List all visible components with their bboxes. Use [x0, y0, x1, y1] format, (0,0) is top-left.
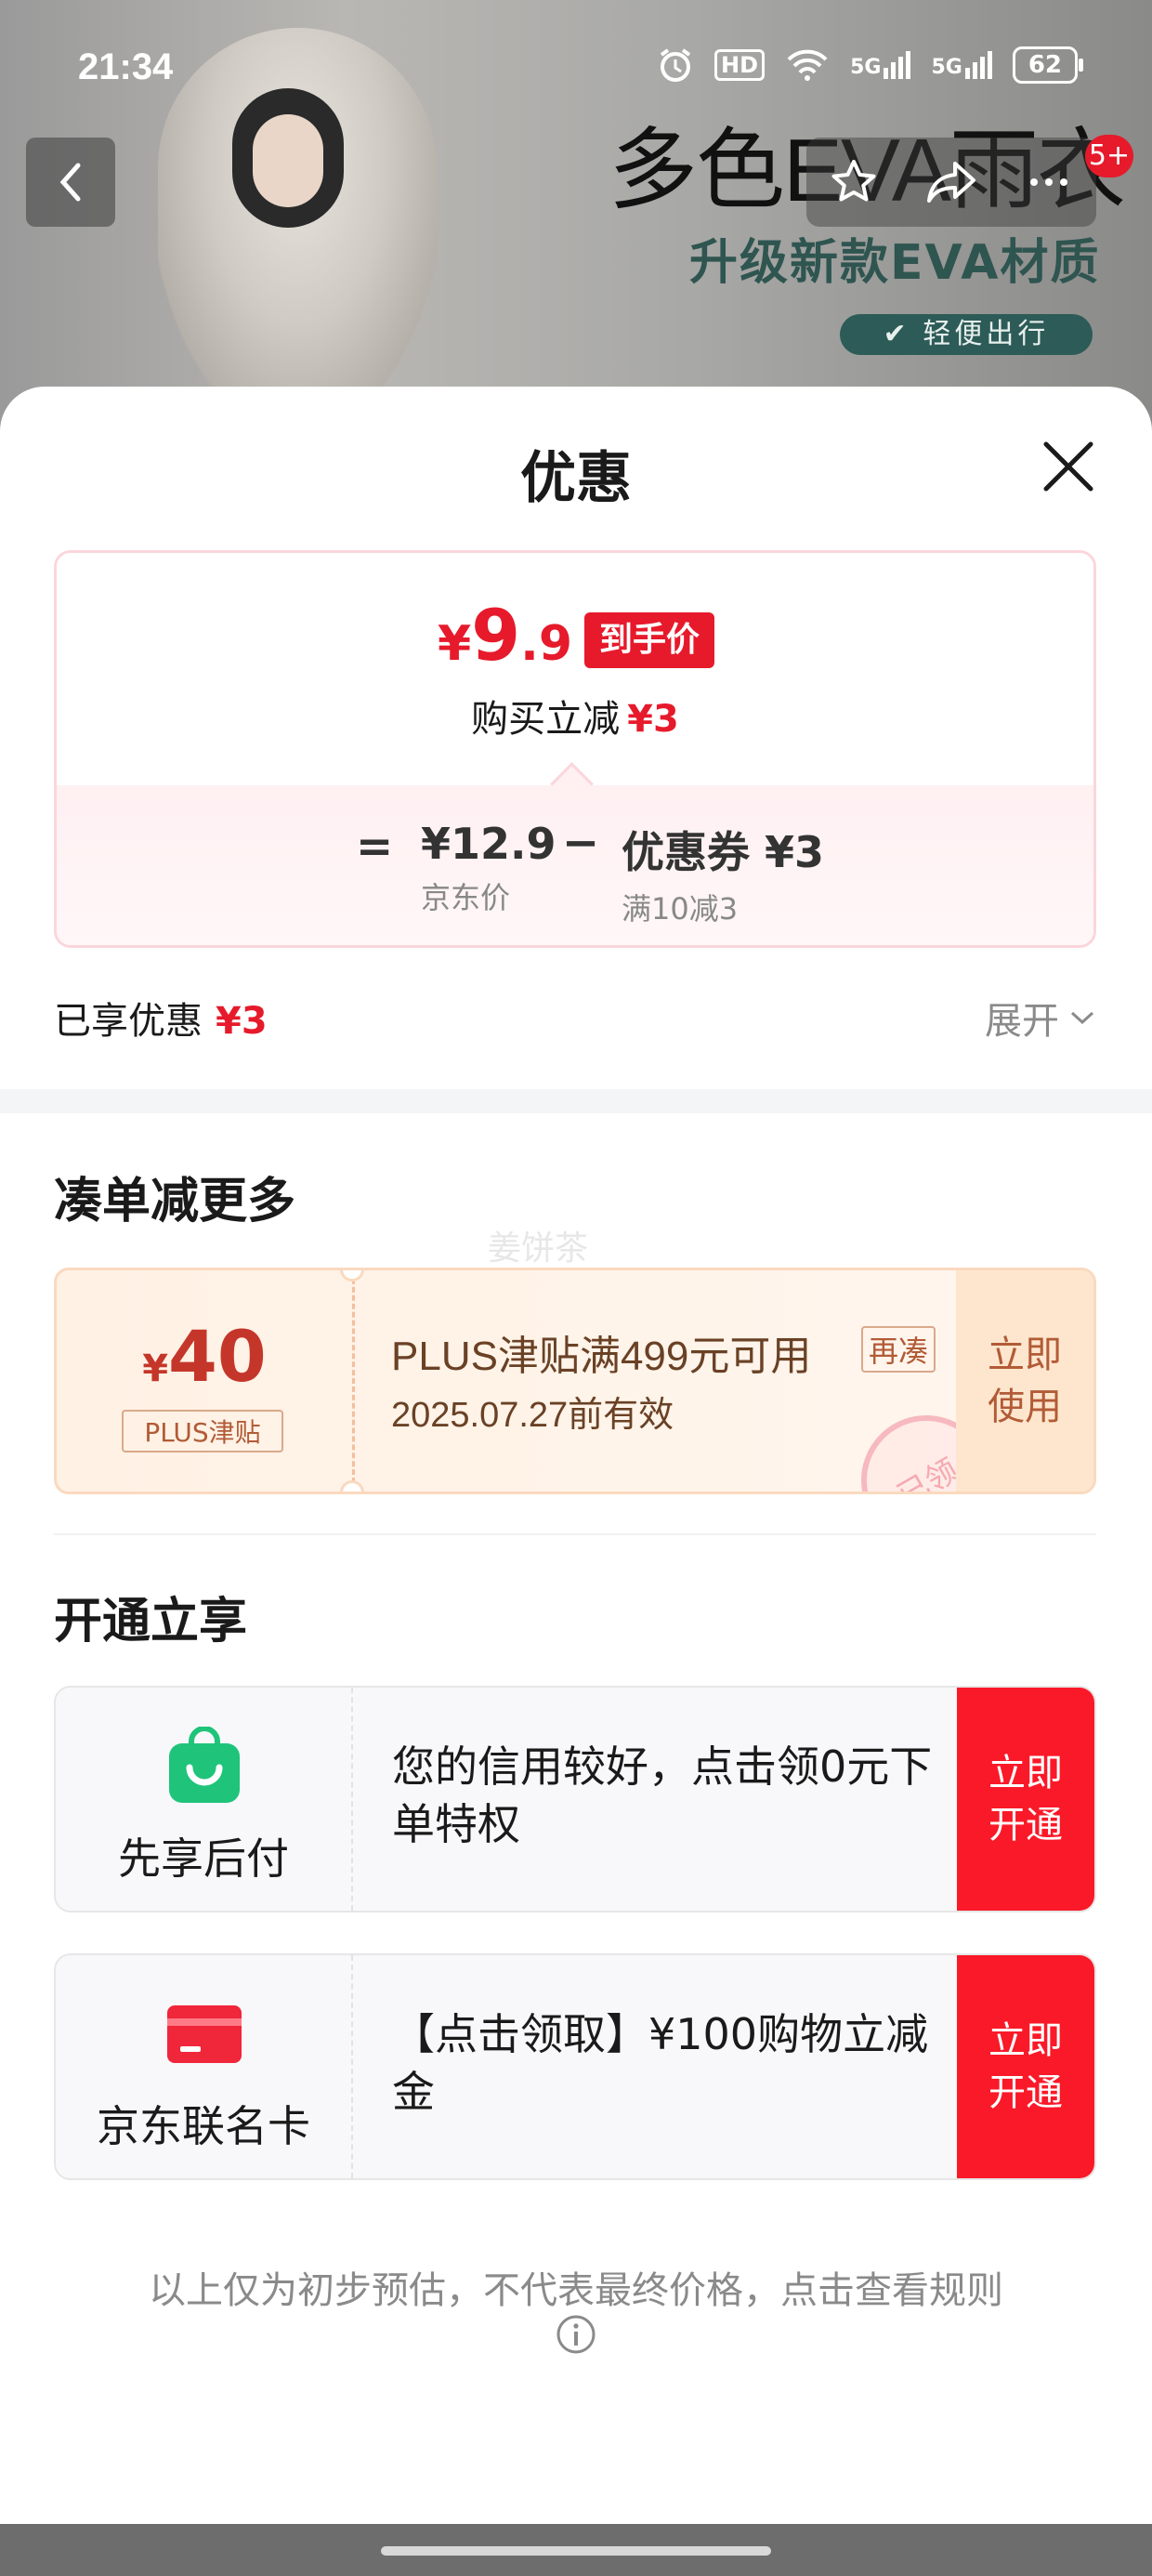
use-now-button[interactable]: 立即 使用: [956, 1270, 1093, 1492]
cart-badge: 5+: [1085, 135, 1133, 177]
shopping-bag-icon: [169, 1727, 240, 1803]
offer-co-branded-card[interactable]: 京东联名卡 【点击领取】¥100购物立减金 立即 开通: [54, 1953, 1096, 2180]
section-title-open: 开通立享: [54, 1594, 248, 1649]
coupon-expiry: 2025.07.27前有效: [391, 1396, 674, 1435]
offer-text: 您的信用较好，点击领0元下单特权: [392, 1741, 933, 1849]
equals-sign: =: [356, 821, 394, 873]
top-actions: [806, 138, 1096, 227]
add-more-chip[interactable]: 再凑: [861, 1326, 936, 1373]
status-icons: HD 5G 5G 62: [657, 46, 1084, 84]
coupon-deduction: 优惠券 ¥3 满10减3: [622, 827, 825, 927]
coupon-description: PLUS津贴满499元可用: [391, 1334, 812, 1379]
price-breakdown-card: ¥9.9 到手价 购买立减 ¥3 = ¥12.9 京东价 − 优惠券 ¥3 满10…: [54, 550, 1096, 948]
banner-tag: ✔ 轻便出行: [840, 314, 1093, 355]
jd-price: ¥12.9 京东价: [421, 819, 556, 915]
banner-subtitle: 升级新款EVA材质: [689, 235, 1101, 291]
status-time: 21:34: [78, 46, 174, 87]
watermark: 姜饼茶: [488, 1229, 589, 1268]
coupon-amount: ¥40: [142, 1315, 267, 1398]
price-calculation: = ¥12.9 京东价 − 优惠券 ¥3 满10减3: [57, 785, 1093, 945]
share-icon[interactable]: [923, 156, 979, 208]
alarm-icon: [660, 48, 691, 82]
final-price-area: ¥9.9 到手价 购买立减 ¥3: [57, 553, 1093, 785]
divider: [54, 1533, 1096, 1535]
battery-icon: 62: [1012, 46, 1084, 84]
offer-brand: 京东联名卡: [56, 1955, 351, 2178]
final-price-tag: 到手价: [584, 612, 715, 668]
offer-separator: [351, 1688, 353, 1911]
offer-name: 京东联名卡: [97, 2101, 310, 2151]
section-title-more: 凑单减更多: [54, 1174, 296, 1229]
credit-card-icon: [167, 2005, 242, 2063]
coupon-notch-bottom: [340, 1480, 364, 1492]
system-nav-bar: [0, 2524, 1152, 2576]
open-now-button[interactable]: 立即 开通: [957, 1688, 1094, 1911]
savings-summary: 已享优惠 ¥3: [54, 1000, 268, 1043]
instant-discount-line: 购买立减 ¥3: [471, 698, 679, 741]
expand-button[interactable]: 展开: [985, 991, 1096, 1045]
back-button[interactable]: [26, 138, 115, 227]
home-indicator[interactable]: [381, 2546, 771, 2556]
final-price: ¥9.9: [438, 594, 573, 677]
section-divider: [0, 1089, 1152, 1113]
discount-sheet: 优惠 ¥9.9 到手价 购买立减 ¥3 = ¥12.9 京东价 − 优惠券 ¥3 …: [0, 387, 1152, 2524]
offer-brand: 先享后付: [56, 1688, 351, 1911]
chevron-down-icon: [1070, 1011, 1094, 1025]
more-icon[interactable]: [1023, 156, 1075, 208]
coupon-type-badge: PLUS津贴: [122, 1410, 283, 1452]
close-icon[interactable]: [1041, 439, 1096, 494]
offer-separator: [351, 1955, 353, 2178]
signal-5g-icon-2: 5G: [931, 51, 992, 79]
offer-pay-later[interactable]: 先享后付 您的信用较好，点击领0元下单特权 立即 开通: [54, 1686, 1096, 1912]
coupon-separator: [352, 1270, 355, 1492]
plus-coupon-card[interactable]: ¥40 PLUS津贴 PLUS津贴满499元可用 再凑 2025.07.27前有…: [54, 1268, 1096, 1494]
minus-sign: −: [562, 817, 600, 869]
wifi-icon: [787, 49, 828, 81]
offer-text: 【点击领取】¥100购物立减金: [392, 2009, 929, 2117]
star-icon[interactable]: [828, 156, 880, 208]
sheet-title: 优惠: [520, 446, 632, 511]
offer-name: 先享后付: [118, 1833, 289, 1884]
disclaimer-link[interactable]: 以上仅为初步预估，不代表最终价格，点击查看规则: [0, 2260, 1152, 2314]
coupon-value-area: ¥40 PLUS津贴: [57, 1270, 352, 1492]
status-bar: 21:34 HD 5G 5G 62: [0, 0, 1152, 139]
chevron-left-icon: [59, 163, 81, 202]
open-now-button[interactable]: 立即 开通: [957, 1955, 1094, 2178]
signal-5g-icon: 5G: [850, 51, 911, 79]
info-icon[interactable]: [556, 2314, 596, 2355]
hd-icon: HD: [714, 49, 766, 81]
